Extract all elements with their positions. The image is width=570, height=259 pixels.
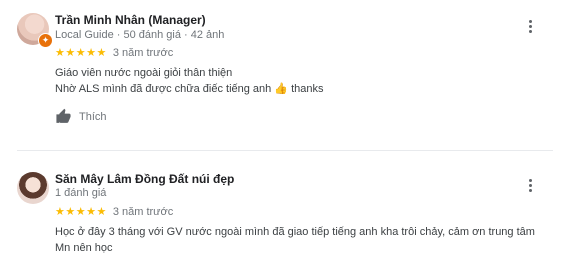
reviewer-meta: Local Guide · 50 đánh giá · 42 ảnh bbox=[55, 29, 225, 41]
review-text: Học ở đây 3 tháng với GV nước ngoài mình… bbox=[55, 224, 545, 256]
reviewer-name[interactable]: Trần Minh Nhân (Manager) bbox=[55, 13, 206, 27]
review-line: Nhờ ALS mình đã được chữa điếc tiếng anh… bbox=[55, 81, 535, 97]
review-text: Giáo viên nước ngoài giỏi thân thiện Nhờ… bbox=[55, 65, 535, 97]
local-guide-badge-icon: ✦ bbox=[38, 33, 53, 48]
review-time: 3 năm trước bbox=[112, 205, 174, 218]
reviewer-meta: 1 đánh giá bbox=[55, 187, 107, 199]
review-line-text: Nhờ ALS mình đã được chữa điếc tiếng anh bbox=[55, 83, 272, 95]
review-line-suffix: thanks bbox=[291, 83, 324, 95]
reviewer-avatar[interactable] bbox=[17, 172, 49, 204]
more-vert-icon[interactable] bbox=[526, 177, 534, 197]
review-line: Mn nên học bbox=[55, 242, 113, 254]
star-rating: ★★★★★ bbox=[55, 206, 107, 218]
star-rating: ★★★★★ bbox=[55, 47, 107, 59]
like-label: Thích bbox=[79, 110, 107, 123]
review-time: 3 năm trước bbox=[112, 46, 174, 59]
review-rating: ★★★★★ 3 năm trước bbox=[55, 46, 174, 60]
thumb-up-icon bbox=[56, 108, 71, 123]
avatar-image bbox=[17, 172, 49, 204]
review-rating: ★★★★★ 3 năm trước bbox=[55, 205, 174, 219]
review-card: Săn Mây Lâm Đồng Đất núi đẹp 1 đánh giá … bbox=[0, 160, 570, 259]
reviewer-avatar[interactable]: ✦ bbox=[17, 13, 53, 48]
review-card: ✦ Trần Minh Nhân (Manager) Local Guide ·… bbox=[0, 0, 570, 150]
review-line: Giáo viên nước ngoài giỏi thân thiện bbox=[55, 67, 233, 79]
like-button[interactable]: Thích bbox=[55, 108, 107, 125]
more-vert-icon[interactable] bbox=[526, 18, 534, 38]
review-divider bbox=[17, 150, 553, 151]
thumbs-up-emoji-icon: 👍 bbox=[274, 83, 289, 95]
reviewer-name[interactable]: Săn Mây Lâm Đồng Đất núi đẹp bbox=[55, 172, 234, 186]
review-line: Học ở đây 3 tháng với GV nước ngoài mình… bbox=[55, 226, 535, 238]
